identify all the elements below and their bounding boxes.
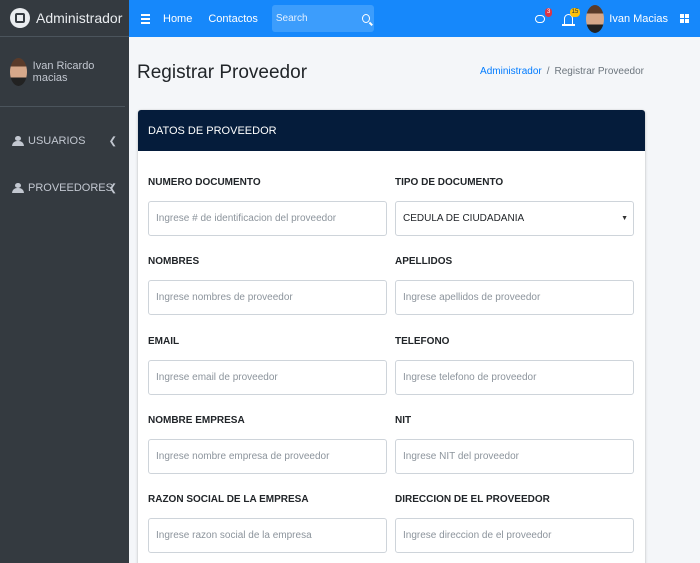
messages-button[interactable]: 3 [530, 7, 553, 29]
tipo-documento-select[interactable]: CEDULA DE CIUDADANIA ▼ [395, 201, 634, 236]
brand-link[interactable]: Administrador [0, 0, 129, 37]
field-nombre-empresa: NOMBRE EMPRESA [148, 415, 387, 474]
breadcrumb: Administrador / Registrar Proveedor [480, 66, 644, 77]
field-nombres: NOMBRES [148, 256, 387, 315]
users-icon [12, 136, 24, 146]
email-field[interactable] [148, 360, 387, 395]
apellidos-input[interactable] [395, 280, 634, 315]
top-user-name[interactable]: Ivan Macias [609, 13, 668, 25]
sidebar-item-proveedores[interactable]: PROVEEDORES ❮ [0, 176, 129, 200]
field-email: EMAIL [148, 336, 387, 395]
search-input[interactable] [275, 13, 356, 24]
search-icon[interactable] [361, 14, 370, 23]
grid-icon[interactable] [680, 14, 689, 23]
field-label: NUMERO DOCUMENTO [148, 177, 261, 188]
field-label: NIT [395, 415, 412, 426]
caret-down-icon: ▼ [621, 215, 628, 222]
chevron-left-icon: ❮ [108, 135, 117, 147]
field-label: EMAIL [148, 336, 180, 347]
field-label: APELLIDOS [395, 256, 453, 267]
field-label: TELEFONO [395, 336, 450, 347]
sidebar-item-usuarios[interactable]: USUARIOS ❮ [0, 129, 129, 153]
field-apellidos: APELLIDOS [395, 256, 634, 315]
field-direccion: DIRECCION DE EL PROVEEDOR [395, 494, 634, 553]
field-label: DIRECCION DE EL PROVEEDOR [395, 494, 550, 505]
nav-link-home[interactable]: Home [163, 13, 192, 25]
field-numero-documento: NUMERO DOCUMENTO [148, 177, 387, 236]
chevron-left-icon: ❮ [108, 182, 117, 194]
user-panel[interactable]: Ivan Ricardo macias [0, 37, 125, 107]
notifications-button[interactable]: 15 [558, 7, 581, 29]
field-telefono: TELEFONO [395, 336, 634, 395]
navbar-search [271, 5, 374, 32]
razon-social-input[interactable] [148, 518, 387, 553]
avatar[interactable] [586, 4, 605, 33]
user-name: Ivan Ricardo macias [32, 59, 95, 84]
users-icon [12, 183, 24, 193]
field-label: NOMBRES [148, 256, 200, 267]
brand-logo-icon [10, 8, 30, 28]
field-label: TIPO DE DOCUMENTO [395, 177, 504, 188]
sidebar-item-label: PROVEEDORES [28, 182, 113, 194]
field-tipo-documento: TIPO DE DOCUMENTO CEDULA DE CIUDADANIA ▼ [395, 177, 634, 236]
telefono-input[interactable] [395, 360, 634, 395]
nav-link-contactos[interactable]: Contactos [208, 13, 258, 25]
nit-input[interactable] [395, 439, 634, 474]
field-label: NOMBRE EMPRESA [148, 415, 245, 426]
chat-icon [535, 14, 546, 23]
card-title: DATOS DE PROVEEDOR [138, 110, 645, 151]
nombre-empresa-input[interactable] [148, 439, 387, 474]
brand-title: Administrador [36, 10, 123, 26]
direccion-input[interactable] [395, 518, 634, 553]
nombres-input[interactable] [148, 280, 387, 315]
messages-badge: 3 [544, 7, 553, 17]
field-nit: NIT [395, 415, 634, 474]
numero-documento-input[interactable] [148, 201, 387, 236]
breadcrumb-link-administrador[interactable]: Administrador [480, 66, 542, 77]
field-label: RAZON SOCIAL DE LA EMPRESA [148, 494, 309, 505]
notifications-badge: 15 [569, 7, 581, 17]
sidebar: Administrador Ivan Ricardo macias USUARI… [0, 0, 129, 563]
provider-form-card: DATOS DE PROVEEDOR NUMERO DOCUMENTO TIPO… [138, 110, 645, 563]
menu-toggle-icon[interactable] [141, 13, 150, 24]
top-navbar: Home Contactos 3 15 Ivan Macias [129, 0, 700, 37]
field-razon-social: RAZON SOCIAL DE LA EMPRESA [148, 494, 387, 553]
sidebar-item-label: USUARIOS [28, 135, 86, 147]
avatar [10, 57, 27, 86]
breadcrumb-separator: / [546, 66, 550, 77]
select-value: CEDULA DE CIUDADANIA [403, 213, 525, 224]
page-title: Registrar Proveedor [137, 62, 308, 83]
breadcrumb-current: Registrar Proveedor [554, 66, 644, 77]
